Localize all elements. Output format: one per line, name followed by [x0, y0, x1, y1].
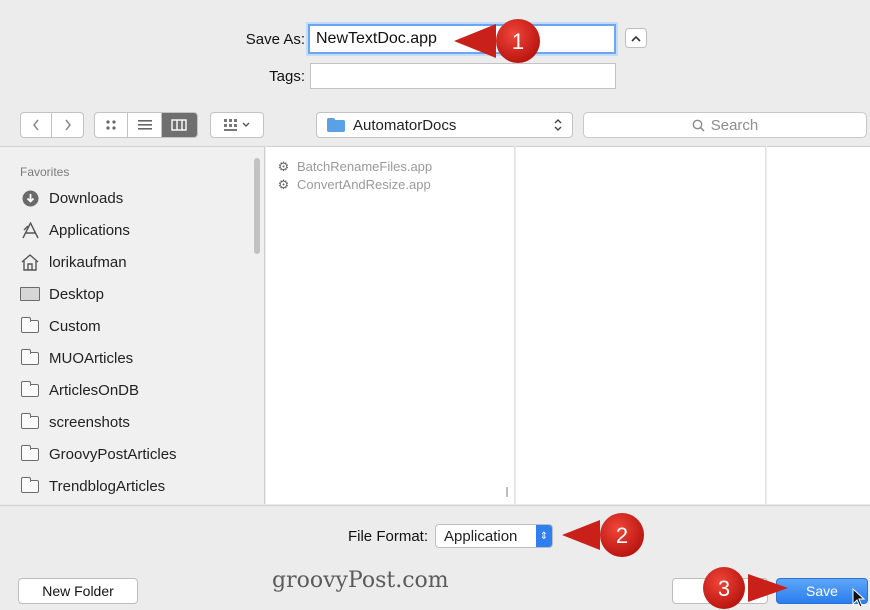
search-placeholder: Search — [710, 116, 759, 134]
updown-arrows-icon: ⇕ — [536, 525, 552, 547]
sidebar-item-label: Desktop — [49, 285, 105, 303]
callout-number: 2 — [616, 523, 628, 548]
folder-icon — [20, 380, 40, 398]
automator-app-icon: ⚙ — [277, 176, 290, 192]
file-format-label: File Format: — [347, 528, 428, 545]
applications-icon — [20, 221, 40, 238]
grid-icon — [106, 120, 116, 130]
sidebar: Favorites Downloads Applications lorikau… — [0, 146, 265, 504]
sidebar-heading: Favorites — [20, 165, 70, 179]
sidebar-item-label: Custom — [49, 317, 101, 335]
sidebar-item-custom[interactable]: Custom — [20, 315, 101, 337]
column-view-button[interactable] — [161, 113, 197, 137]
nav-back-forward — [20, 112, 84, 138]
file-format-value: Application — [444, 527, 518, 545]
folder-icon — [20, 316, 40, 334]
folder-icon — [20, 476, 40, 494]
expand-panel-button[interactable] — [625, 28, 647, 48]
chevron-left-icon — [33, 119, 39, 131]
sidebar-scrollbar[interactable] — [254, 158, 260, 254]
icon-view-button[interactable] — [95, 113, 129, 137]
downloads-icon — [20, 190, 40, 206]
view-mode-selector — [94, 112, 198, 138]
column-resize-handle[interactable] — [506, 487, 508, 497]
group-icon — [224, 119, 237, 131]
sidebar-item-screenshots[interactable]: screenshots — [20, 411, 130, 433]
file-column-3 — [767, 146, 870, 504]
sidebar-item-label: TrendblogArticles — [49, 477, 166, 495]
sidebar-item-label: ArticlesOnDB — [49, 381, 140, 399]
sidebar-item-label: Applications — [49, 221, 130, 239]
home-icon — [20, 253, 40, 271]
list-icon — [137, 120, 152, 130]
file-item[interactable]: ⚙ ConvertAndResize.app — [276, 177, 431, 192]
mouse-cursor-icon — [852, 588, 866, 608]
file-label: ConvertAndResize.app — [297, 177, 431, 192]
desktop-icon — [20, 286, 40, 302]
back-button[interactable] — [21, 113, 53, 137]
file-format-select[interactable]: Application ⇕ — [435, 524, 553, 548]
callout-2: 2 — [562, 513, 644, 557]
forward-button[interactable] — [52, 113, 83, 137]
sidebar-item-downloads[interactable]: Downloads — [20, 187, 123, 209]
automator-app-icon: ⚙ — [277, 158, 290, 174]
search-icon — [692, 119, 705, 132]
folder-icon — [327, 118, 345, 132]
sidebar-item-desktop[interactable]: Desktop — [20, 283, 104, 305]
updown-arrows-icon — [554, 119, 562, 131]
chevron-up-icon — [631, 35, 641, 42]
file-column-1: ⚙ BatchRenameFiles.app ⚙ ConvertAndResiz… — [266, 146, 515, 504]
callout-1: 1 — [454, 19, 540, 63]
folder-icon — [20, 412, 40, 430]
sidebar-item-label: MUOArticles — [49, 349, 134, 367]
chevron-right-icon — [64, 119, 71, 131]
sidebar-item-muoarticles[interactable]: MUOArticles — [20, 347, 133, 369]
sidebar-item-label: screenshots — [49, 413, 130, 431]
save-as-label: Save As: — [245, 31, 305, 48]
folder-icon — [20, 444, 40, 462]
sidebar-item-trendblogarticles[interactable]: TrendblogArticles — [20, 475, 165, 497]
sidebar-item-home[interactable]: lorikaufman — [20, 251, 127, 273]
tags-field[interactable] — [310, 63, 616, 89]
folder-icon — [20, 348, 40, 366]
location-label: AutomatorDocs — [353, 116, 457, 134]
callout-number: 1 — [512, 29, 524, 54]
callout-3: 3 — [703, 567, 788, 609]
search-field[interactable]: Search — [583, 112, 867, 138]
new-folder-button[interactable]: New Folder — [18, 578, 138, 604]
list-view-button[interactable] — [128, 113, 162, 137]
sidebar-item-articlesondb[interactable]: ArticlesOnDB — [20, 379, 139, 401]
file-label: BatchRenameFiles.app — [297, 159, 433, 174]
file-column-2 — [516, 146, 766, 504]
columns-icon — [171, 119, 188, 131]
watermark: groovyPost.com — [272, 568, 449, 593]
chevron-down-icon — [242, 122, 250, 127]
sidebar-item-label: lorikaufman — [49, 253, 127, 271]
sidebar-item-label: Downloads — [49, 189, 124, 207]
sidebar-item-groovypostarticles[interactable]: GroovyPostArticles — [20, 443, 177, 465]
file-item[interactable]: ⚙ BatchRenameFiles.app — [276, 159, 432, 174]
location-popup[interactable]: AutomatorDocs — [316, 112, 573, 138]
tags-label: Tags: — [269, 68, 305, 85]
arrange-menu-button[interactable] — [210, 112, 264, 138]
sidebar-item-applications[interactable]: Applications — [20, 219, 130, 241]
sidebar-item-label: GroovyPostArticles — [49, 445, 177, 463]
callout-number: 3 — [718, 576, 730, 601]
